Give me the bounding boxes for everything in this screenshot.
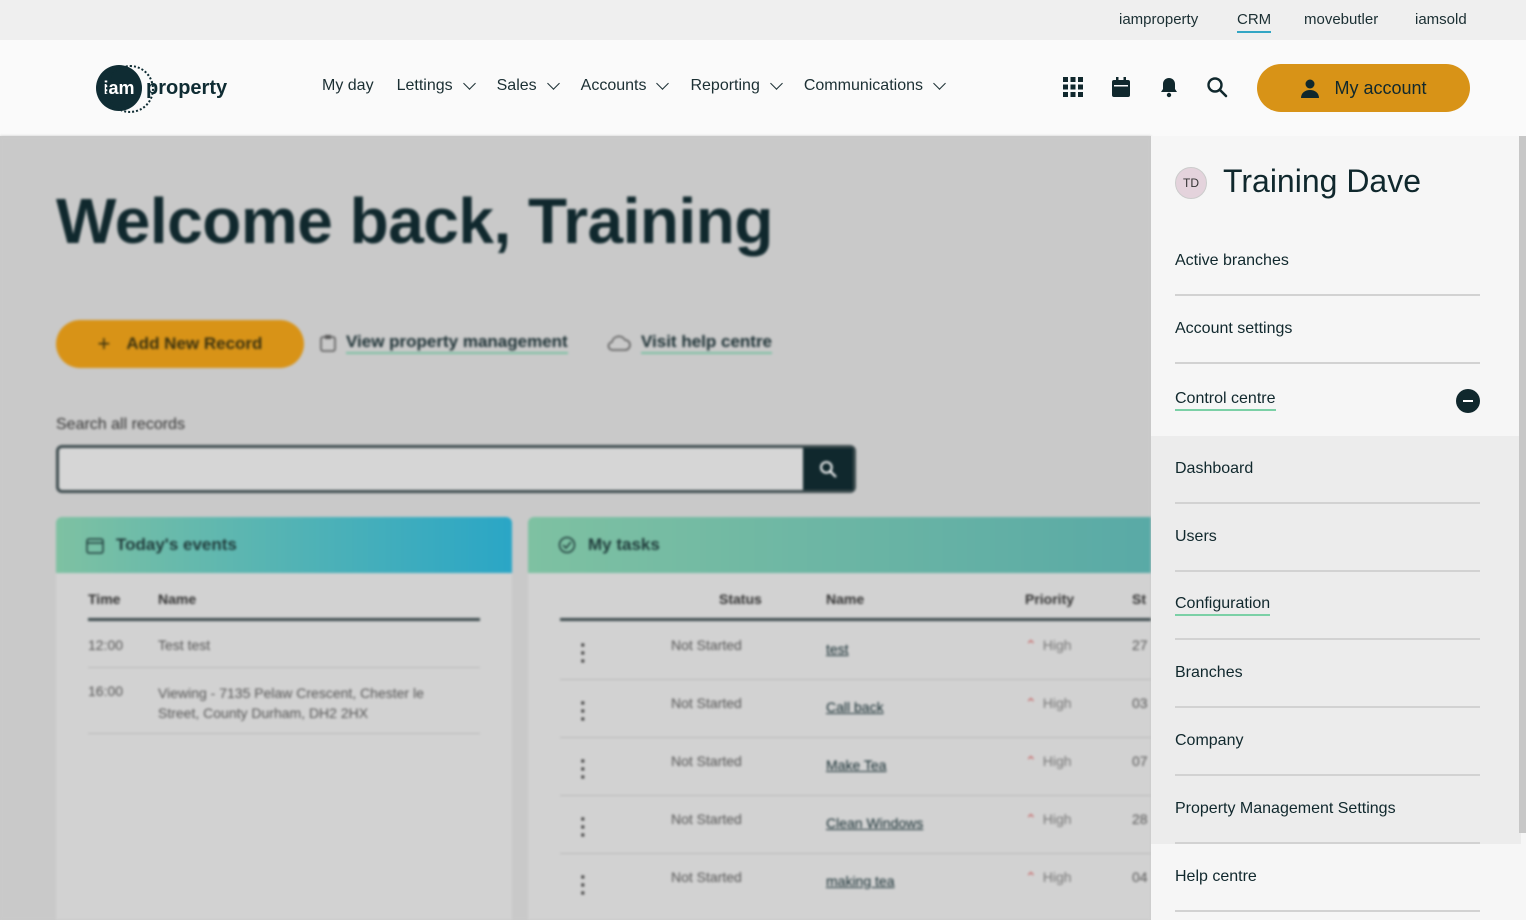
task-priority: High bbox=[1025, 753, 1072, 770]
nav-sales[interactable]: Sales bbox=[497, 77, 560, 95]
chevron-down-icon bbox=[546, 77, 560, 90]
user-icon bbox=[1301, 79, 1320, 98]
chevron-down-icon bbox=[769, 77, 783, 90]
chevron-down-icon bbox=[462, 77, 476, 90]
nav-accounts[interactable]: Accounts bbox=[581, 77, 670, 95]
submenu-configuration[interactable]: Configuration bbox=[1175, 572, 1480, 640]
menu-control-centre[interactable]: Control centre bbox=[1175, 366, 1480, 434]
page-title: Welcome back, Training bbox=[56, 185, 773, 257]
plus-icon: + bbox=[97, 331, 111, 356]
menu-active-branches[interactable]: Active branches bbox=[1175, 228, 1480, 296]
event-name[interactable]: Test test bbox=[158, 637, 210, 653]
task-start: 07 bbox=[1132, 753, 1148, 769]
logo-text: property bbox=[146, 76, 228, 99]
search-submit-button[interactable] bbox=[803, 448, 853, 490]
visit-help-centre-link[interactable]: Visit help centre bbox=[607, 332, 773, 354]
search-icon bbox=[820, 461, 837, 478]
nav-communications[interactable]: Communications bbox=[804, 77, 946, 95]
my-tasks-header: My tasks bbox=[528, 517, 1151, 573]
task-start: 28 bbox=[1132, 811, 1148, 827]
menu-help-centre[interactable]: Help centre bbox=[1175, 844, 1480, 912]
row-menu-icon[interactable]: · · · bbox=[580, 752, 587, 788]
event-time: 12:00 bbox=[88, 637, 124, 653]
task-name[interactable]: test bbox=[826, 641, 849, 657]
event-time: 16:00 bbox=[88, 683, 124, 699]
task-status: Not Started bbox=[671, 753, 742, 769]
search-label: Search all records bbox=[56, 416, 185, 433]
calendar-icon[interactable] bbox=[1110, 76, 1132, 98]
row-menu-icon[interactable]: · · · bbox=[580, 694, 587, 730]
view-property-management-link[interactable]: View property management bbox=[320, 332, 568, 354]
user-name: Training Dave bbox=[1223, 163, 1422, 199]
panel-scrollbar[interactable] bbox=[1519, 136, 1526, 833]
top-utility-bar: iamproperty CRM movebutler iamsold bbox=[0, 0, 1526, 40]
col-name: Name bbox=[158, 591, 197, 607]
task-status: Not Started bbox=[671, 811, 742, 827]
menu-account-settings[interactable]: Account settings bbox=[1175, 296, 1480, 364]
task-status: Not Started bbox=[671, 637, 742, 653]
dashboard-page: Welcome back, Training + Add New Record … bbox=[0, 136, 1151, 920]
submenu-company[interactable]: Company bbox=[1175, 708, 1480, 776]
row-menu-icon[interactable]: · · · bbox=[580, 868, 587, 904]
task-start: 03 bbox=[1132, 695, 1148, 711]
account-side-panel: TD Training Dave Active branches Account… bbox=[1151, 136, 1526, 920]
main-header: iam property My day Lettings Sales Accou… bbox=[0, 40, 1526, 136]
nav-reporting[interactable]: Reporting bbox=[690, 77, 783, 95]
task-priority: High bbox=[1025, 637, 1072, 654]
row-menu-icon[interactable]: · · · bbox=[580, 810, 587, 846]
col-name: Name bbox=[826, 591, 865, 607]
submenu-branches[interactable]: Branches bbox=[1175, 640, 1480, 708]
task-start: 27 bbox=[1132, 637, 1148, 653]
topbar-link-movebutler[interactable]: movebutler bbox=[1304, 11, 1378, 28]
col-status: Status bbox=[719, 591, 762, 607]
task-priority: High bbox=[1025, 869, 1072, 886]
topbar-link-iamproperty[interactable]: iamproperty bbox=[1119, 11, 1198, 28]
chevron-down-icon bbox=[656, 77, 670, 90]
todays-events-card: Today's events Time Name 12:00 Test test… bbox=[56, 517, 512, 920]
add-new-record-button[interactable]: + Add New Record bbox=[56, 320, 304, 368]
task-status: Not Started bbox=[671, 869, 742, 885]
task-priority: High bbox=[1025, 695, 1072, 712]
task-priority: High bbox=[1025, 811, 1072, 828]
search-all-records-input[interactable] bbox=[56, 445, 856, 493]
iamproperty-logo[interactable]: iam property bbox=[96, 65, 227, 111]
my-account-button[interactable]: My account bbox=[1257, 64, 1470, 112]
col-priority: Priority bbox=[1025, 591, 1075, 607]
row-menu-icon[interactable]: · · · bbox=[580, 636, 587, 672]
task-start: 04 bbox=[1132, 869, 1148, 885]
nav-lettings[interactable]: Lettings bbox=[397, 77, 476, 95]
task-name[interactable]: Clean Windows bbox=[826, 815, 923, 831]
col-start: St bbox=[1132, 591, 1146, 607]
event-name[interactable]: Viewing - 7135 Pelaw Crescent, Chester l… bbox=[158, 683, 468, 723]
cloud-icon bbox=[607, 335, 631, 351]
clipboard-icon bbox=[320, 335, 336, 352]
chevron-down-icon bbox=[933, 77, 946, 90]
topbar-link-crm[interactable]: CRM bbox=[1237, 11, 1272, 33]
apps-grid-icon[interactable] bbox=[1062, 76, 1084, 98]
check-circle-icon bbox=[558, 536, 576, 554]
task-name[interactable]: Make Tea bbox=[826, 757, 886, 773]
search-icon[interactable] bbox=[1206, 76, 1228, 98]
submenu-property-management-settings[interactable]: Property Management Settings bbox=[1175, 776, 1480, 844]
bell-icon[interactable] bbox=[1158, 76, 1180, 98]
task-name[interactable]: making tea bbox=[826, 873, 894, 889]
avatar: TD bbox=[1175, 167, 1207, 199]
task-name[interactable]: Call back bbox=[826, 699, 884, 715]
col-time: Time bbox=[88, 591, 121, 607]
main-nav: My day Lettings Sales Accounts Reporting… bbox=[322, 77, 967, 95]
todays-events-header: Today's events bbox=[56, 517, 512, 573]
my-tasks-card: My tasks Status Name Priority St · · · Not… bbox=[528, 517, 1151, 920]
collapse-minus-icon[interactable] bbox=[1456, 389, 1480, 413]
nav-my-day[interactable]: My day bbox=[322, 77, 374, 95]
task-status: Not Started bbox=[671, 695, 742, 711]
logo-mark: iam bbox=[96, 65, 142, 111]
calendar-icon bbox=[86, 538, 104, 554]
topbar-link-iamsold[interactable]: iamsold bbox=[1415, 11, 1467, 28]
submenu-users[interactable]: Users bbox=[1175, 504, 1480, 572]
submenu-dashboard[interactable]: Dashboard bbox=[1175, 436, 1480, 504]
